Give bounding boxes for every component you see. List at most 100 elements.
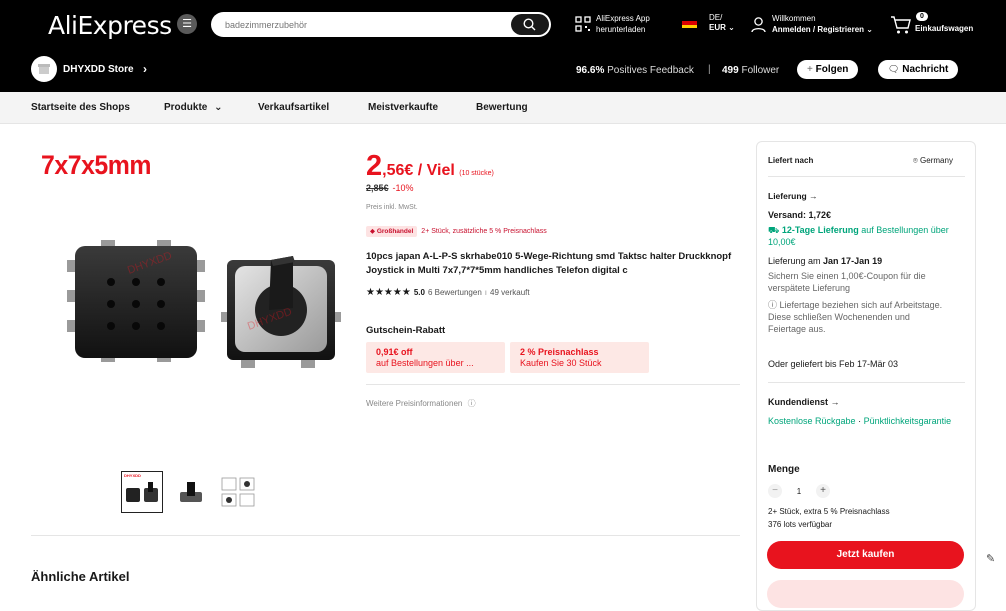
rating-divider: ı: [484, 288, 488, 297]
store-nav: Startseite des Shops Produkte ⌄ Verkaufs…: [0, 92, 1006, 124]
feedback-label: Positives Feedback: [607, 65, 694, 76]
late-delivery-coupon-note: Sichern Sie einen 1,00€-Coupon für die v…: [768, 271, 926, 293]
increase-quantity-button[interactable]: +: [816, 484, 830, 498]
wholesale-row: ◆ Großhandel 2+ Stück, zusätzliche 5 % P…: [366, 226, 547, 237]
thumbnail-image: [180, 482, 202, 502]
store-icon: [38, 64, 50, 74]
nav-store-home[interactable]: Startseite des Shops: [31, 102, 130, 113]
coupon-heading: Gutschein-Rabatt: [366, 325, 446, 336]
shipping-cost: Versand: 1,72€: [768, 210, 832, 220]
stock-note: 376 lots verfügbar: [768, 520, 833, 529]
section-divider: [31, 535, 740, 536]
thumbnail-2[interactable]: [169, 471, 211, 513]
price-decimal: ,56€ / Viel: [382, 162, 455, 179]
sign-in-register-link[interactable]: Anmelden / Registrieren: [772, 25, 864, 34]
top-header: AliExpress ☰ AliExpress App herunterlade…: [0, 0, 1006, 92]
search-button[interactable]: [511, 14, 549, 35]
follow-label: Folgen: [815, 64, 849, 75]
category-menu-button[interactable]: ☰: [177, 14, 197, 34]
service-label: Kundendienst: [768, 397, 828, 407]
fast-delivery-label: 12-Tage Lieferung: [781, 225, 859, 235]
quantity-label: Menge: [768, 464, 800, 475]
ship-to-selector[interactable]: ⌾ Germany: [913, 155, 953, 167]
review-count[interactable]: 6 Bewertungen: [428, 288, 482, 297]
chat-icon: 🗨: [888, 64, 900, 74]
nav-reviews[interactable]: Bewertung: [476, 102, 528, 113]
coupon-title: 2 % Preisnachlass: [520, 347, 599, 357]
free-returns[interactable]: Kostenlose Rückgabe: [768, 416, 856, 426]
product-main-image[interactable]: 7x7x5mm DHYXDD DHYXDD: [31, 142, 350, 452]
chevron-down-icon: ⌄: [866, 25, 873, 34]
service-list: Kostenlose Rückgabe · Pünktlichkeitsgara…: [768, 416, 952, 426]
thumbnail-image: [221, 477, 255, 507]
welcome-text: Willkommen: [772, 14, 816, 23]
user-icon: [751, 16, 766, 32]
nav-products[interactable]: Produkte ⌄: [164, 102, 223, 113]
similar-items-heading: Ähnliche Artikel: [31, 569, 130, 584]
nav-sale-items[interactable]: Verkaufsartikel: [258, 102, 329, 113]
arrow-right-icon: →: [809, 191, 818, 201]
add-to-cart-button[interactable]: [767, 580, 964, 608]
quantity-input[interactable]: 1: [792, 487, 806, 496]
coupon-card[interactable]: 2 % Preisnachlass Kaufen Sie 30 Stück: [510, 342, 649, 373]
message-label: Nachricht: [902, 64, 949, 75]
cart-button[interactable]: 0 Einkaufswagen: [890, 12, 980, 38]
aliexpress-logo[interactable]: AliExpress: [48, 11, 172, 40]
follow-button[interactable]: + Folgen: [797, 60, 859, 79]
language-label: DE/: [709, 13, 723, 22]
coupon-title: 0,91€ off: [376, 347, 413, 357]
germany-flag-icon: [682, 18, 697, 28]
store-bar: DHYXDD Store › 96.6% Positives Feedback …: [0, 56, 1006, 84]
store-avatar[interactable]: [31, 56, 57, 82]
edit-icon[interactable]: ✎: [986, 552, 995, 565]
arrow-right-icon: →: [830, 397, 840, 407]
chevron-right-icon[interactable]: ›: [143, 62, 147, 76]
store-name[interactable]: DHYXDD Store: [63, 64, 134, 75]
decrease-quantity-button[interactable]: −: [768, 484, 782, 498]
search-bar: [211, 12, 551, 37]
buy-now-button[interactable]: Jetzt kaufen: [767, 541, 964, 569]
star-rating-icon: ★★★★★: [366, 287, 411, 298]
delivery-heading[interactable]: Lieferung →: [768, 190, 818, 202]
customer-service-heading[interactable]: Kundendienst →: [768, 396, 840, 408]
alternative-delivery: Oder geliefert bis Feb 17-Mär 03: [768, 359, 899, 369]
tax-note: Preis inkl. MwSt.: [366, 204, 418, 211]
thumbnail-3[interactable]: [217, 471, 259, 513]
thumbnail-strip: DHYXDD: [121, 471, 259, 513]
nav-best-sellers[interactable]: Meistverkaufte: [368, 102, 438, 113]
app-download-line1: AliExpress App: [596, 14, 650, 23]
ship-to-label: Liefert nach: [768, 156, 814, 165]
truck-icon: ⛟: [768, 225, 780, 235]
cart-label: Einkaufswagen: [915, 24, 974, 33]
discount-badge: -10%: [392, 183, 414, 193]
more-price-info-link[interactable]: Weitere Preisinformationen ⓘ: [366, 398, 476, 409]
nav-products-label: Produkte: [164, 102, 208, 113]
thumbnail-1[interactable]: DHYXDD: [121, 471, 163, 513]
currency-label: EUR: [709, 23, 726, 32]
rating-row[interactable]: ★★★★★ 5.0 6 Bewertungen ı 49 verkauft: [366, 287, 530, 298]
follower-count: 499 Follower: [722, 65, 779, 76]
language-currency-selector[interactable]: DE/ EUR ⌄: [682, 13, 735, 33]
bulk-discount-note: 2+ Stück, extra 5 % Preisnachlass: [768, 507, 890, 516]
on-time-guarantee[interactable]: Pünktlichkeitsgarantie: [864, 416, 952, 426]
coupon-subtitle: Kaufen Sie 30 Stück: [520, 358, 602, 368]
chevron-down-icon: ⌄: [728, 23, 735, 32]
original-price: 2,85€ -10%: [366, 183, 414, 193]
feedback-value: 96.6%: [576, 65, 605, 76]
location-pin-icon: ⌾: [913, 156, 918, 165]
followers-label: Follower: [741, 65, 780, 76]
app-download-link[interactable]: AliExpress App herunterladen: [575, 13, 650, 35]
delivery-label: Lieferung: [768, 191, 807, 201]
delivery-date: Lieferung am Jan 17-Jan 19: [768, 255, 882, 267]
search-icon: [523, 18, 536, 31]
workdays-note: ⓘ Liefertage beziehen sich auf Arbeitsta…: [768, 299, 943, 335]
message-button[interactable]: 🗨 Nachricht: [878, 60, 959, 79]
account-menu[interactable]: Willkommen Anmelden / Registrieren ⌄: [750, 13, 873, 35]
sold-count: 49 verkauft: [490, 288, 530, 297]
search-input[interactable]: [225, 16, 505, 33]
info-icon: ⓘ: [467, 399, 476, 408]
coupon-card[interactable]: 0,91€ off auf Bestellungen über ...: [366, 342, 505, 373]
workdays-note-text: Liefertage beziehen sich auf Arbeitstage…: [768, 300, 943, 334]
cart-icon: [891, 16, 911, 34]
rating-value: 5.0: [413, 288, 425, 297]
